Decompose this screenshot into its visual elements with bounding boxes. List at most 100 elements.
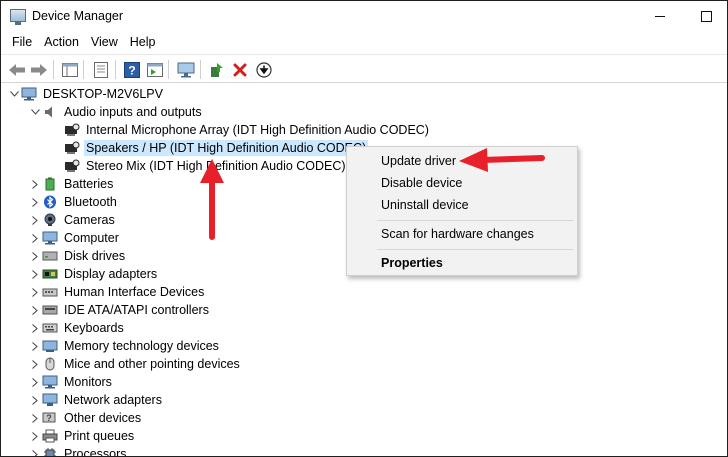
camera-icon	[42, 212, 58, 228]
window-title: Device Manager	[32, 9, 124, 23]
help-icon[interactable]: ?	[121, 59, 142, 80]
tree-node-other-devices[interactable]: ? Other devices	[28, 409, 143, 427]
chevron-right-icon[interactable]	[28, 391, 42, 409]
unknown-device-icon: ?	[42, 410, 58, 426]
tree-node-computer[interactable]: Computer	[28, 229, 121, 247]
chevron-right-icon[interactable]	[28, 301, 42, 319]
device-label: Speakers / HP (IDT High Definition Audio…	[84, 140, 369, 156]
menu-file[interactable]: File	[6, 32, 38, 53]
properties-menu-item[interactable]: Properties	[381, 256, 443, 270]
properties-sheet-icon[interactable]	[90, 59, 111, 80]
forward-arrow-icon[interactable]	[28, 59, 49, 80]
bluetooth-icon	[42, 194, 58, 210]
category-label: Audio inputs and outputs	[64, 105, 202, 119]
category-label: Cameras	[64, 213, 115, 227]
category-label: Other devices	[64, 411, 142, 425]
chevron-right-icon[interactable]	[28, 265, 42, 283]
context-menu: Update driver Disable device Uninstall d…	[346, 146, 578, 276]
audio-device-icon	[64, 158, 80, 174]
scan-hardware-monitor-icon[interactable]	[175, 59, 196, 80]
uninstall-x-icon[interactable]	[229, 59, 250, 80]
scan-hardware-menu-item[interactable]: Scan for hardware changes	[381, 227, 534, 241]
tree-node-display-adapters[interactable]: Display adapters	[28, 265, 159, 283]
tree-node-monitors[interactable]: Monitors	[28, 373, 114, 391]
disable-device-menu-item[interactable]: Disable device	[381, 176, 462, 190]
show-hide-console-tree-icon[interactable]	[59, 59, 80, 80]
tree-node-microphone[interactable]: Internal Microphone Array (IDT High Defi…	[64, 121, 431, 139]
maximize-button[interactable]	[683, 1, 727, 32]
display-adapter-icon	[42, 266, 58, 282]
speaker-icon	[42, 104, 58, 120]
chevron-right-icon[interactable]	[28, 193, 42, 211]
category-label: Memory technology devices	[64, 339, 219, 353]
tree-node-disk-drives[interactable]: Disk drives	[28, 247, 127, 265]
download-circle-icon[interactable]	[253, 59, 274, 80]
tree-node-cameras[interactable]: Cameras	[28, 211, 117, 229]
category-label: Disk drives	[64, 249, 126, 263]
tree-node-hid[interactable]: Human Interface Devices	[28, 283, 206, 301]
tree-node-keyboards[interactable]: Keyboards	[28, 319, 126, 337]
tree-node-bluetooth[interactable]: Bluetooth	[28, 193, 119, 211]
chevron-right-icon[interactable]	[28, 409, 42, 427]
menu-help[interactable]: Help	[124, 32, 162, 53]
chevron-down-icon[interactable]	[28, 103, 42, 121]
svg-text:?: ?	[46, 413, 52, 423]
network-adapter-icon	[42, 392, 58, 408]
update-driver-icon[interactable]	[206, 59, 227, 80]
tree-node-processors[interactable]: Processors	[28, 445, 129, 457]
category-label: Bluetooth	[64, 195, 117, 209]
chevron-right-icon[interactable]	[28, 175, 42, 193]
chevron-right-icon[interactable]	[28, 445, 42, 456]
category-label: IDE ATA/ATAPI controllers	[64, 303, 209, 317]
computer-icon	[21, 86, 37, 102]
audio-device-icon	[64, 140, 80, 156]
mouse-icon	[42, 356, 58, 372]
tree-node-audio[interactable]: Audio inputs and outputs	[28, 103, 204, 121]
tree-node-stereo-mix[interactable]: Stereo Mix (IDT High Definition Audio CO…	[64, 157, 348, 175]
chevron-right-icon[interactable]	[28, 211, 42, 229]
monitor-icon	[42, 230, 58, 246]
menu-view[interactable]: View	[85, 32, 124, 53]
tree-node-memory-tech[interactable]: Memory technology devices	[28, 337, 221, 355]
chevron-right-icon[interactable]	[28, 229, 42, 247]
menu-separator	[377, 249, 573, 250]
device-label: Stereo Mix (IDT High Definition Audio CO…	[86, 159, 346, 173]
title-bar: Device Manager	[1, 1, 727, 32]
chevron-right-icon[interactable]	[28, 427, 42, 445]
chevron-right-icon[interactable]	[28, 373, 42, 391]
menu-separator	[377, 220, 573, 221]
processor-icon	[42, 446, 58, 456]
update-driver-menu-item[interactable]: Update driver	[381, 154, 456, 168]
uninstall-device-menu-item[interactable]: Uninstall device	[381, 198, 469, 212]
audio-device-icon	[64, 122, 80, 138]
svg-text:?: ?	[128, 63, 135, 77]
category-label: Keyboards	[64, 321, 124, 335]
ide-controller-icon	[42, 302, 58, 318]
monitor-icon	[42, 374, 58, 390]
menu-bar: File Action View Help	[1, 32, 727, 53]
tree-node-batteries[interactable]: Batteries	[28, 175, 115, 193]
category-label: Batteries	[64, 177, 114, 191]
chevron-down-icon[interactable]	[7, 85, 21, 103]
tree-node-computer-root[interactable]: DESKTOP-M2V6LPV	[7, 85, 165, 103]
tree-node-print-queues[interactable]: Print queues	[28, 427, 136, 445]
back-arrow-icon[interactable]	[6, 59, 27, 80]
battery-icon	[42, 176, 58, 192]
device-manager-window: Device Manager File Action View Help ? D…	[0, 0, 728, 457]
menu-action[interactable]: Action	[38, 32, 85, 53]
minimize-button[interactable]	[637, 1, 683, 32]
chevron-right-icon[interactable]	[28, 355, 42, 373]
tree-node-ide[interactable]: IDE ATA/ATAPI controllers	[28, 301, 211, 319]
chevron-right-icon[interactable]	[28, 283, 42, 301]
tree-node-speakers[interactable]: Speakers / HP (IDT High Definition Audio…	[64, 139, 369, 157]
chevron-right-icon[interactable]	[28, 247, 42, 265]
tree-node-network[interactable]: Network adapters	[28, 391, 164, 409]
chevron-right-icon[interactable]	[28, 337, 42, 355]
tree-node-mice[interactable]: Mice and other pointing devices	[28, 355, 242, 373]
action-pane-icon[interactable]	[144, 59, 165, 80]
chevron-right-icon[interactable]	[28, 319, 42, 337]
category-label: Processors	[64, 447, 127, 457]
hid-icon	[42, 284, 58, 300]
keyboard-icon	[42, 320, 58, 336]
category-label: Network adapters	[64, 393, 162, 407]
